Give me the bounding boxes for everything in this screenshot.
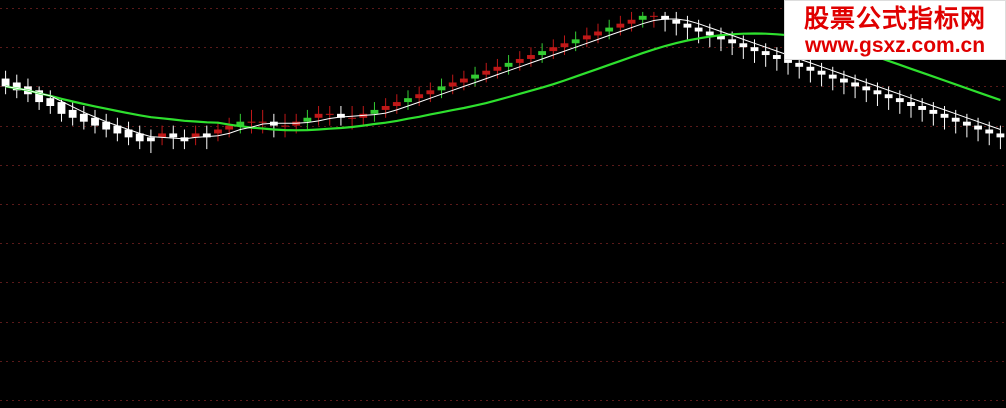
watermark-title: 股票公式指标网	[803, 4, 986, 33]
candle-body	[538, 51, 547, 56]
candle-body	[873, 90, 882, 95]
candle-body	[515, 58, 524, 63]
candle-body	[817, 70, 826, 75]
candle-body	[325, 113, 334, 115]
candle-body	[314, 113, 323, 118]
candle-body	[504, 62, 513, 67]
candle-body	[169, 133, 178, 138]
candle-body	[985, 129, 994, 134]
candle-body	[739, 43, 748, 48]
candle-body	[974, 125, 982, 130]
candle-body	[214, 129, 222, 134]
candle-body	[895, 98, 904, 103]
candle-body	[426, 90, 435, 95]
candle-body	[951, 117, 960, 122]
candle-body	[918, 106, 927, 110]
candle-body	[415, 94, 424, 99]
watermark-logo: 股票公式指标网 www.gsxz.com.cn	[784, 0, 1006, 60]
candle-body	[582, 35, 591, 40]
candle-body	[146, 137, 155, 142]
candle-body	[281, 125, 289, 127]
candle-body	[772, 55, 781, 59]
candle-body	[247, 121, 256, 123]
candle-body	[627, 19, 636, 24]
candle-body	[225, 125, 234, 130]
candle-body	[571, 39, 580, 44]
candle-body	[907, 102, 915, 106]
candle-body	[594, 31, 602, 36]
candle-body	[683, 23, 692, 28]
candle-body	[258, 121, 267, 123]
candle-body	[527, 55, 535, 59]
candle-body	[560, 43, 569, 48]
candle-body	[46, 98, 55, 106]
candle-body	[493, 66, 502, 71]
candle-body	[616, 23, 625, 28]
candle-body	[761, 51, 770, 56]
candle-body	[459, 78, 468, 83]
price-chart	[0, 8, 1006, 401]
candle-body	[840, 78, 848, 83]
candle-body	[68, 109, 77, 118]
candle-body	[91, 117, 99, 126]
candle-body	[750, 47, 759, 52]
candle-body	[448, 82, 457, 87]
candle-body	[471, 74, 479, 79]
candle-body	[728, 39, 737, 44]
candle-body	[862, 86, 871, 91]
candle-body	[929, 109, 938, 114]
candle-body	[1, 78, 10, 87]
candle-body	[348, 117, 357, 119]
candle-body	[482, 70, 491, 75]
candle-body	[404, 98, 412, 103]
candle-body	[57, 102, 66, 114]
candle-body	[381, 106, 390, 110]
candle-body	[851, 82, 860, 87]
candle-body	[694, 27, 703, 32]
candle-body	[795, 62, 804, 67]
candle-body	[649, 15, 658, 17]
candle-body	[705, 31, 714, 36]
candle-body	[940, 113, 949, 118]
candle-body	[79, 113, 88, 122]
watermark-url: www.gsxz.com.cn	[804, 34, 986, 57]
candle-body	[672, 19, 681, 24]
candle-body	[303, 117, 312, 122]
candle-body	[828, 74, 837, 79]
candle-body	[996, 133, 1005, 138]
candle-body	[605, 27, 614, 32]
candle-body	[962, 121, 971, 126]
candle-body	[370, 109, 379, 114]
candle-body	[392, 102, 401, 106]
candle-body	[638, 15, 647, 20]
candle-body	[437, 86, 446, 91]
candle-body	[884, 94, 893, 99]
candle-body	[549, 47, 558, 52]
candle-body	[806, 66, 815, 71]
